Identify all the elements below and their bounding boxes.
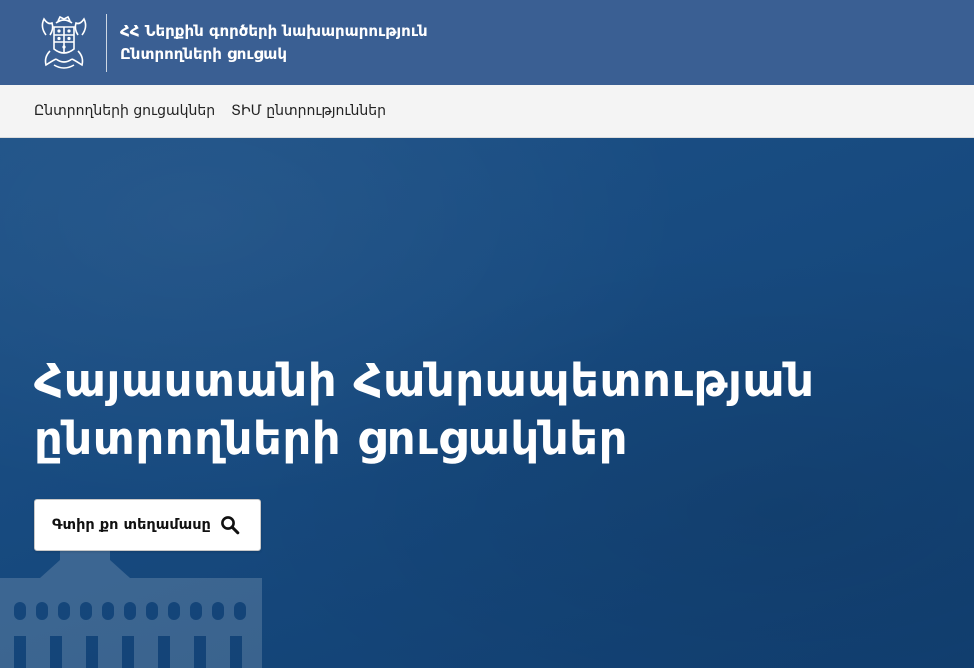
main-nav: Ընտրողների ցուցակներ ՏԻՄ ընտրություններ: [0, 85, 974, 138]
header-titles: ՀՀ Ներքին գործերի նախարարություն Ընտրողն…: [120, 20, 428, 66]
hero-title-line1: Հայաստանի Հանրապետության: [34, 354, 815, 407]
find-your-precinct-button[interactable]: Գտիր քո տեղամասը: [34, 499, 261, 551]
hero-title-line2: ընտրողների ցուցակներ: [34, 412, 629, 465]
nav-item-local-elections[interactable]: ՏԻՄ ընտրություններ: [231, 103, 386, 119]
site-header: ՀՀ Ներքին գործերի նախարարություն Ընտրողն…: [0, 0, 974, 85]
government-building-silhouette: [0, 550, 262, 668]
header-divider: [106, 13, 107, 72]
nav-item-voter-lists[interactable]: Ընտրողների ցուցակներ: [34, 103, 215, 119]
find-button-label: Գտիր քո տեղամասը: [52, 517, 211, 533]
hero-title: Հայաստանի Հանրապետության ընտրողների ցուց…: [34, 352, 815, 468]
armenian-coat-of-arms-icon[interactable]: [34, 13, 94, 73]
site-subtitle[interactable]: Ընտրողների ցուցակ: [120, 43, 428, 66]
ministry-title[interactable]: ՀՀ Ներքին գործերի նախարարություն: [120, 20, 428, 43]
hero-banner: Հայաստանի Հանրապետության ընտրողների ցուց…: [0, 138, 974, 668]
search-icon: [220, 515, 240, 535]
